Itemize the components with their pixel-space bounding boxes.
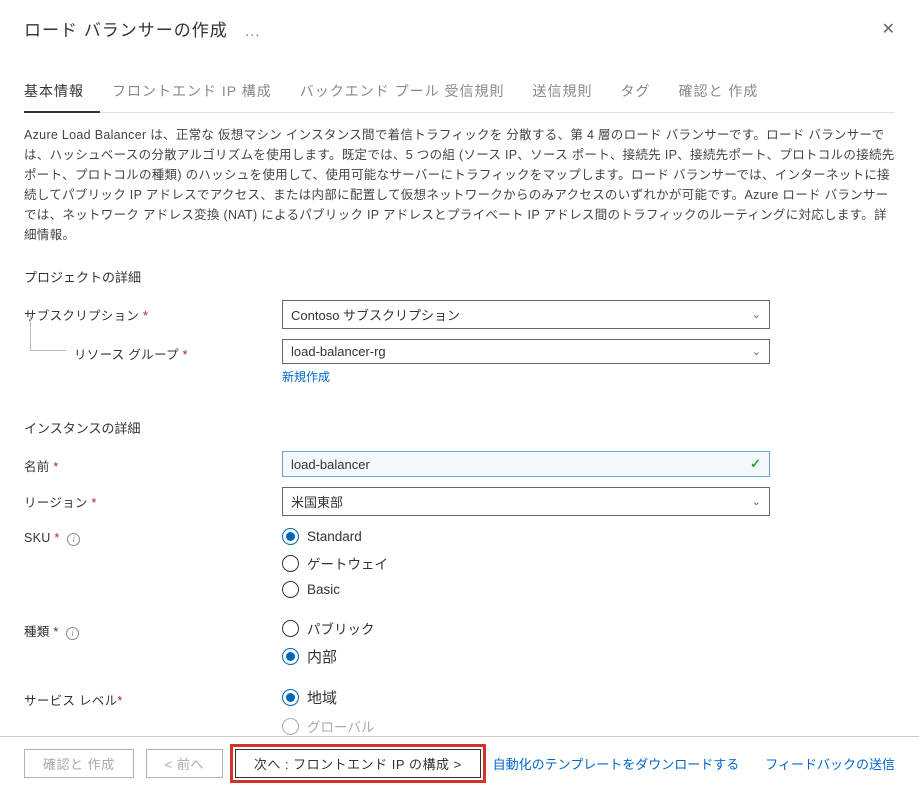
indent-line <box>30 315 66 351</box>
panel-header: ロード バランサーの作成 … ✕ <box>24 16 895 41</box>
row-tier: サービス レベル* 地域 グローバル <box>24 685 895 736</box>
tier-global-label: グローバル <box>307 716 374 736</box>
radio-icon <box>282 528 299 545</box>
panel-title: ロード バランサーの作成 <box>24 21 228 40</box>
label-sku: SKU <box>24 531 51 545</box>
region-select[interactable]: 米国東部 ⌄ <box>282 487 770 516</box>
label-type: 種類 <box>24 625 50 639</box>
description-text: Azure Load Balancer は、正常な 仮想マシン インスタンス間で… <box>24 125 895 245</box>
type-internal-label: 内部 <box>307 646 337 667</box>
check-icon: ✓ <box>750 456 761 472</box>
chevron-down-icon: ⌄ <box>752 345 761 358</box>
row-subscription: サブスクリプション * Contoso サブスクリプション ⌄ <box>24 300 895 329</box>
row-region: リージョン * 米国東部 ⌄ <box>24 487 895 516</box>
tab-bar: 基本情報 フロントエンド IP 構成 バックエンド プール 受信規則 送信規則 … <box>24 71 895 113</box>
radio-icon <box>282 718 299 735</box>
tab-tags[interactable]: タグ <box>621 71 667 112</box>
row-name: 名前 * load-balancer ✓ <box>24 451 895 477</box>
sku-radio-group: Standard ゲートウェイ Basic <box>282 526 770 598</box>
radio-icon <box>282 689 299 706</box>
sku-gateway-radio[interactable]: ゲートウェイ <box>282 553 770 573</box>
section-instance-details: インスタンスの詳細 <box>24 418 895 437</box>
resource-group-value: load-balancer-rg <box>291 344 386 359</box>
label-tier: サービス レベル <box>24 694 117 708</box>
tier-radio-group: 地域 グローバル <box>282 685 770 736</box>
sku-basic-radio[interactable]: Basic <box>282 581 770 598</box>
tier-regional-radio[interactable]: 地域 <box>282 687 770 708</box>
tab-backend-pools[interactable]: バックエンド プール 受信規則 <box>300 71 521 112</box>
tab-basics[interactable]: 基本情報 <box>24 71 100 113</box>
tab-frontend-ip[interactable]: フロントエンド IP 構成 <box>112 71 288 112</box>
tier-regional-label: 地域 <box>307 687 337 708</box>
chevron-down-icon: ⌄ <box>752 495 761 508</box>
tab-outbound-rules[interactable]: 送信規則 <box>533 71 609 112</box>
label-region: リージョン <box>24 496 88 510</box>
type-public-radio[interactable]: パブリック <box>282 618 770 638</box>
create-new-link[interactable]: 新規作成 <box>282 370 330 384</box>
type-internal-radio[interactable]: 内部 <box>282 646 770 667</box>
radio-icon <box>282 555 299 572</box>
info-icon[interactable]: i <box>66 627 79 640</box>
feedback-link[interactable]: フィードバックの送信 <box>765 754 895 773</box>
tab-review-create[interactable]: 確認と 作成 <box>679 71 775 112</box>
sku-standard-label: Standard <box>307 529 362 544</box>
footer-bar: 確認と 作成 < 前へ 次へ : フロントエンド IP の構成 > 自動化のテン… <box>0 736 919 790</box>
row-resource-group: リソース グループ * load-balancer-rg ⌄ 新規作成 <box>24 339 895 386</box>
more-indicator: … <box>244 23 260 40</box>
radio-icon <box>282 581 299 598</box>
radio-icon <box>282 620 299 637</box>
type-public-label: パブリック <box>307 618 375 638</box>
sku-basic-label: Basic <box>307 582 340 597</box>
name-value: load-balancer <box>291 457 370 472</box>
sku-gateway-label: ゲートウェイ <box>307 553 388 573</box>
subscription-value: Contoso サブスクリプション <box>291 305 460 324</box>
subscription-select[interactable]: Contoso サブスクリプション ⌄ <box>282 300 770 329</box>
section-project-details: プロジェクトの詳細 <box>24 267 895 286</box>
radio-icon <box>282 648 299 665</box>
name-input[interactable]: load-balancer ✓ <box>282 451 770 477</box>
type-radio-group: パブリック 内部 <box>282 616 770 667</box>
sku-standard-radio[interactable]: Standard <box>282 528 770 545</box>
info-icon[interactable]: i <box>67 533 80 546</box>
next-button[interactable]: 次へ : フロントエンド IP の構成 > <box>235 749 481 778</box>
region-value: 米国東部 <box>291 492 343 511</box>
chevron-down-icon: ⌄ <box>752 308 761 321</box>
row-type: 種類 * i パブリック 内部 <box>24 616 895 667</box>
label-resource-group: リソース グループ <box>74 348 179 362</box>
close-icon[interactable]: ✕ <box>882 19 895 39</box>
tier-global-radio: グローバル <box>282 716 770 736</box>
review-create-button[interactable]: 確認と 作成 <box>24 749 134 778</box>
row-sku: SKU * i Standard ゲートウェイ Basic <box>24 526 895 598</box>
prev-button[interactable]: < 前へ <box>146 749 223 778</box>
label-name: 名前 <box>24 460 50 474</box>
resource-group-select[interactable]: load-balancer-rg ⌄ <box>282 339 770 364</box>
download-template-link[interactable]: 自動化のテンプレートをダウンロードする <box>493 754 740 773</box>
